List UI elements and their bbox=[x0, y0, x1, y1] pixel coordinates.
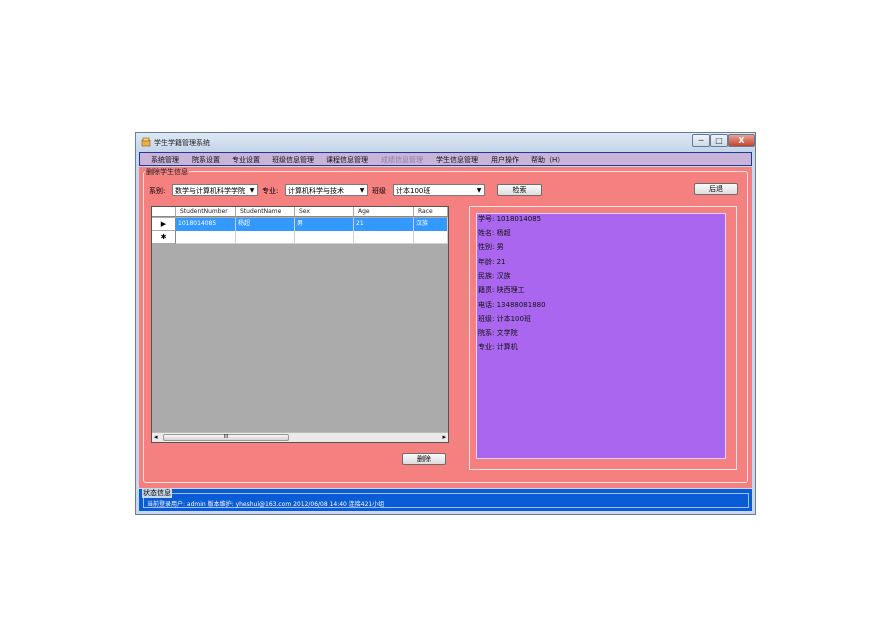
class-label: 班级 bbox=[372, 187, 386, 195]
info-student-number: 学号: 1018014085 bbox=[478, 215, 542, 223]
scroll-right-icon[interactable]: ▸ bbox=[442, 433, 446, 442]
menu-class-info[interactable]: 班级信息管理 bbox=[272, 155, 314, 165]
chevron-down-icon[interactable]: ▼ bbox=[475, 186, 483, 195]
minimize-button[interactable]: ─ bbox=[692, 134, 710, 147]
group-title: 删除学生信息 bbox=[145, 167, 189, 177]
menu-user-ops[interactable]: 用户操作 bbox=[491, 155, 519, 165]
menu-major[interactable]: 专业设置 bbox=[232, 155, 260, 165]
info-race: 民族: 汉族 bbox=[478, 272, 511, 280]
student-grid[interactable]: StudentNumber StudentName Sex Age Race ▶… bbox=[151, 206, 449, 443]
dept-combo[interactable]: 数学与计算机科学学院 ▼ bbox=[172, 184, 258, 196]
column-header-student-name[interactable]: StudentName bbox=[236, 207, 295, 217]
back-button[interactable]: 后退 bbox=[694, 183, 738, 195]
new-row-cell[interactable] bbox=[236, 231, 295, 244]
class-value: 计本100班 bbox=[396, 187, 431, 195]
maximize-button[interactable]: □ bbox=[710, 134, 728, 147]
scroll-thumb[interactable]: III bbox=[163, 434, 289, 441]
status-text: 当前登录用户: admin 版本维护: yheshui@163.com 2012… bbox=[147, 501, 385, 508]
column-header-sex[interactable]: Sex bbox=[295, 207, 354, 217]
chevron-down-icon[interactable]: ▼ bbox=[248, 186, 256, 195]
new-row-cell[interactable] bbox=[295, 231, 354, 244]
table-cell[interactable]: 男 bbox=[295, 218, 354, 231]
delete-student-panel: 删除学生信息 系别: 数学与计算机科学学院 ▼ 专业: 计算机科学与技术 ▼ 班… bbox=[139, 167, 752, 488]
status-bar: 状态信息 当前登录用户: admin 版本维护: yheshui@163.com… bbox=[139, 488, 752, 511]
app-icon bbox=[141, 137, 151, 147]
info-native-place: 籍贯: 陕西理工 bbox=[478, 286, 525, 294]
new-row-indicator[interactable]: ✱ bbox=[152, 231, 176, 244]
menu-department[interactable]: 院系设置 bbox=[192, 155, 220, 165]
new-row-cell[interactable] bbox=[414, 231, 448, 244]
menu-course-info[interactable]: 课程信息管理 bbox=[326, 155, 368, 165]
dept-value: 数学与计算机科学学院 bbox=[175, 187, 245, 195]
menu-student-info[interactable]: 学生信息管理 bbox=[436, 155, 478, 165]
student-info-box: 学号: 1018014085 姓名: 杨超 性别: 男 年龄: 21 民族: 汉… bbox=[476, 213, 726, 459]
window-title: 学生学籍管理系统 bbox=[154, 139, 210, 147]
table-cell[interactable]: 杨超 bbox=[236, 218, 295, 231]
delete-button[interactable]: 删除 bbox=[402, 453, 446, 465]
scroll-left-icon[interactable]: ◂ bbox=[154, 433, 158, 442]
menu-system[interactable]: 系统管理 bbox=[151, 155, 179, 165]
class-combo[interactable]: 计本100班 ▼ bbox=[393, 184, 485, 196]
info-department: 院系: 文学院 bbox=[478, 329, 518, 337]
new-row-cell[interactable] bbox=[176, 231, 236, 244]
table-cell[interactable]: 汉族 bbox=[414, 218, 448, 231]
menu-grade-info: 成绩信息管理 bbox=[381, 156, 423, 164]
info-name: 姓名: 杨超 bbox=[478, 229, 511, 237]
new-row-cell[interactable] bbox=[354, 231, 414, 244]
table-cell[interactable]: 21 bbox=[354, 218, 414, 231]
table-cell[interactable]: 1018014085 bbox=[176, 218, 236, 231]
horizontal-scrollbar[interactable]: ◂ III ▸ bbox=[152, 432, 448, 442]
info-sex: 性别: 男 bbox=[478, 243, 504, 251]
column-header-student-number[interactable]: StudentNumber bbox=[176, 207, 236, 217]
major-combo[interactable]: 计算机科学与技术 ▼ bbox=[285, 184, 368, 196]
info-age: 年龄: 21 bbox=[478, 258, 506, 266]
major-value: 计算机科学与技术 bbox=[288, 187, 344, 195]
info-phone: 电话: 13488081880 bbox=[478, 301, 546, 309]
close-button[interactable]: X bbox=[728, 134, 755, 147]
column-header-age[interactable]: Age bbox=[354, 207, 414, 217]
column-header-race[interactable]: Race bbox=[414, 207, 448, 217]
major-label: 专业: bbox=[262, 187, 279, 195]
current-row-indicator[interactable]: ▶ bbox=[152, 218, 176, 231]
search-button[interactable]: 检索 bbox=[497, 184, 542, 196]
grid-corner-header bbox=[152, 207, 176, 217]
info-major: 专业: 计算机 bbox=[478, 343, 518, 351]
menu-bar: 系统管理 院系设置 专业设置 班级信息管理 课程信息管理 成绩信息管理 学生信息… bbox=[139, 152, 752, 166]
menu-help[interactable]: 帮助（H） bbox=[531, 155, 564, 165]
chevron-down-icon[interactable]: ▼ bbox=[358, 186, 366, 195]
app-window: 学生学籍管理系统 ─ □ X 系统管理 院系设置 专业设置 班级信息管理 课程信… bbox=[135, 132, 756, 515]
dept-label: 系别: bbox=[149, 187, 166, 195]
status-title: 状态信息 bbox=[142, 488, 172, 498]
title-bar[interactable]: 学生学籍管理系统 ─ □ X bbox=[136, 133, 755, 152]
info-class: 班级: 计本100班 bbox=[478, 315, 531, 323]
